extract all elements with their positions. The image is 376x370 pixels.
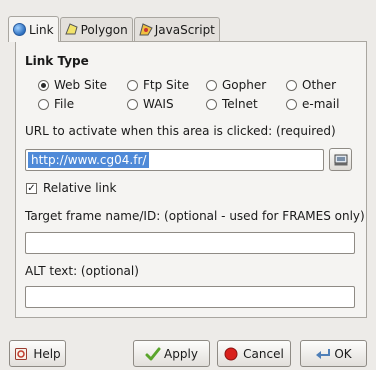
radio-indicator <box>206 79 217 91</box>
javascript-icon <box>139 23 153 36</box>
target-frame-label: Target frame name/ID: (optional - used f… <box>25 209 365 223</box>
radio-ftp-site-label: Ftp Site <box>143 78 190 92</box>
radio-gopher[interactable]: Gopher <box>206 78 266 92</box>
browse-icon <box>334 154 347 165</box>
return-arrow-icon <box>315 347 331 361</box>
radio-web-site-label: Web Site <box>54 78 108 92</box>
radio-other-label: Other <box>302 78 337 92</box>
tab-link[interactable]: Link <box>8 16 59 42</box>
ok-button[interactable]: OK <box>300 340 367 367</box>
globe-icon <box>13 23 26 36</box>
alt-text-label: ALT text: (optional) <box>25 264 139 278</box>
tab-javascript-label: JavaScript <box>154 22 215 37</box>
apply-button[interactable]: Apply <box>133 340 210 367</box>
radio-telnet-label: Telnet <box>222 97 258 111</box>
ok-label: OK <box>334 346 352 361</box>
cancel-icon <box>224 347 238 361</box>
radio-email[interactable]: e-mail <box>286 97 339 111</box>
alt-text-input[interactable] <box>25 286 355 308</box>
tab-polygon[interactable]: Polygon <box>59 17 133 41</box>
radio-indicator <box>38 98 49 110</box>
help-icon <box>14 347 28 361</box>
radio-email-label: e-mail <box>302 97 340 111</box>
radio-indicator <box>286 79 297 91</box>
polygon-icon <box>64 23 78 36</box>
relative-link-checkbox[interactable]: ✓ <box>26 182 37 194</box>
url-label: URL to activate when this area is clicke… <box>25 124 336 138</box>
help-label: Help <box>33 346 61 361</box>
radio-other[interactable]: Other <box>286 78 336 92</box>
radio-wais-label: WAIS <box>143 97 174 111</box>
radio-web-site[interactable]: Web Site <box>38 78 107 92</box>
link-type-title: Link Type <box>25 54 89 68</box>
target-frame-input[interactable] <box>25 232 355 254</box>
tab-polygon-label: Polygon <box>80 22 128 37</box>
relative-link-label: Relative link <box>43 181 117 195</box>
radio-file-label: File <box>54 97 75 111</box>
tab-bar: Link Polygon JavaScript <box>8 16 221 42</box>
relative-link-row[interactable]: ✓ Relative link <box>26 181 116 195</box>
help-button[interactable]: Help <box>9 340 66 367</box>
checkmark-icon <box>145 347 161 361</box>
cancel-label: Cancel <box>243 346 284 361</box>
radio-indicator <box>127 79 138 91</box>
radio-file[interactable]: File <box>38 97 74 111</box>
tab-javascript[interactable]: JavaScript <box>133 17 220 41</box>
radio-indicator <box>38 79 49 91</box>
apply-label: Apply <box>164 346 198 361</box>
radio-gopher-label: Gopher <box>222 78 267 92</box>
url-value: http://www.cg04.fr/ <box>28 152 150 168</box>
radio-indicator <box>286 98 297 110</box>
cancel-button[interactable]: Cancel <box>217 340 291 367</box>
radio-indicator <box>206 98 217 110</box>
radio-ftp-site[interactable]: Ftp Site <box>127 78 189 92</box>
radio-indicator <box>127 98 138 110</box>
browse-button[interactable] <box>329 148 352 171</box>
radio-wais[interactable]: WAIS <box>127 97 174 111</box>
tab-link-label: Link <box>29 22 54 37</box>
url-input[interactable]: http://www.cg04.fr/ <box>25 149 324 171</box>
radio-telnet[interactable]: Telnet <box>206 97 258 111</box>
